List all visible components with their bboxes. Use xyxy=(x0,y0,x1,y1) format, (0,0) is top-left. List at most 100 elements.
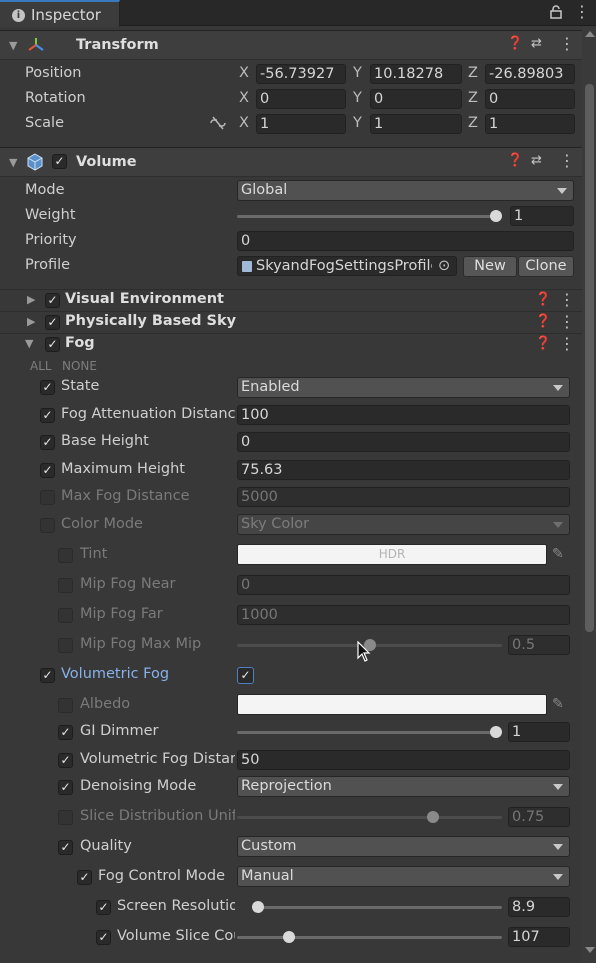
clone-profile-button[interactable]: Clone xyxy=(518,256,574,277)
volume-slice-count-field[interactable]: 107 xyxy=(508,927,570,947)
mip-fog-far-override-checkbox[interactable] xyxy=(58,608,73,623)
tint-color-swatch[interactable]: HDR xyxy=(237,544,547,565)
slice-distribution-slider-track[interactable] xyxy=(237,811,502,823)
quality-override-checkbox[interactable]: ✓ xyxy=(58,840,73,855)
rotation-y-field[interactable]: 0 xyxy=(370,89,462,109)
scale-y-field[interactable]: 1 xyxy=(370,114,462,134)
slice-distribution-field[interactable]: 0.75 xyxy=(508,807,570,827)
denoising-mode-override-checkbox[interactable]: ✓ xyxy=(58,780,73,795)
override-menu-icon[interactable]: ⋮ xyxy=(559,334,575,353)
scroll-up-arrow[interactable] xyxy=(585,31,595,37)
fog-header[interactable]: ▼ ✓ Fog ❓ ⋮ xyxy=(0,333,582,355)
screen-resolution-field[interactable]: 8.9 xyxy=(508,897,570,917)
gi-dimmer-field[interactable]: 1 xyxy=(508,722,570,742)
volumetric-fog-distance-override-checkbox[interactable]: ✓ xyxy=(58,753,73,768)
max-fog-distance-field[interactable]: 5000 xyxy=(237,487,570,507)
profile-object-field[interactable]: SkyandFogSettingsProfile ⊙ xyxy=(237,256,457,276)
state-dropdown[interactable]: Enabled xyxy=(237,377,570,398)
screen-resolution-slider-track[interactable] xyxy=(252,901,502,913)
volume-slice-count-slider-track[interactable] xyxy=(237,931,502,943)
help-icon[interactable]: ❓ xyxy=(535,292,551,307)
visual-environment-checkbox[interactable]: ✓ xyxy=(45,293,60,308)
position-z-field[interactable]: -26.89803 xyxy=(485,64,575,84)
volume-header[interactable]: ▼ ✓ Volume ❓ ⇄ ⋮ xyxy=(0,147,582,177)
eyedropper-icon[interactable]: ✎ xyxy=(552,546,564,562)
state-override-checkbox[interactable]: ✓ xyxy=(40,380,55,395)
gi-dimmer-slider-handle[interactable] xyxy=(490,726,502,738)
eyedropper-icon[interactable]: ✎ xyxy=(552,696,564,712)
fog-control-mode-override-checkbox[interactable]: ✓ xyxy=(77,870,92,885)
physically-based-sky-checkbox[interactable]: ✓ xyxy=(45,315,60,330)
slice-distribution-override-checkbox[interactable] xyxy=(58,810,73,825)
fog-control-mode-dropdown[interactable]: Manual xyxy=(237,866,570,887)
override-menu-icon[interactable]: ⋮ xyxy=(559,290,575,309)
volume-slice-count-override-checkbox[interactable]: ✓ xyxy=(96,930,111,945)
object-picker-icon[interactable]: ⊙ xyxy=(438,257,450,275)
maximum-height-override-checkbox[interactable]: ✓ xyxy=(40,463,55,478)
position-x-field[interactable]: -56.73927 xyxy=(256,64,346,84)
tint-override-checkbox[interactable] xyxy=(58,548,73,563)
component-menu-icon[interactable]: ⋮ xyxy=(559,34,575,53)
priority-field[interactable]: 0 xyxy=(237,231,574,251)
color-mode-override-checkbox[interactable] xyxy=(40,518,55,533)
transform-header[interactable]: ▼ Transform ❓ ⇄ ⋮ xyxy=(0,30,582,60)
all-overrides-button[interactable]: ALL xyxy=(30,359,52,373)
quality-dropdown[interactable]: Custom xyxy=(237,836,570,857)
help-icon[interactable]: ❓ xyxy=(507,36,523,51)
foldout-arrow-icon[interactable]: ▼ xyxy=(9,156,17,169)
mode-dropdown[interactable]: Global xyxy=(237,180,574,201)
no-overrides-button[interactable]: NONE xyxy=(62,359,97,373)
volumetric-fog-toggle[interactable]: ✓ xyxy=(237,667,254,684)
base-height-override-checkbox[interactable]: ✓ xyxy=(40,435,55,450)
fog-attenuation-field[interactable]: 100 xyxy=(237,405,570,425)
help-icon[interactable]: ❓ xyxy=(507,153,523,168)
help-icon[interactable]: ❓ xyxy=(535,336,551,351)
screen-resolution-slider-handle[interactable] xyxy=(252,901,264,913)
base-height-field[interactable]: 0 xyxy=(237,432,570,452)
foldout-arrow-icon[interactable]: ▼ xyxy=(25,337,33,350)
help-icon[interactable]: ❓ xyxy=(535,314,551,329)
slice-distribution-slider-handle[interactable] xyxy=(426,811,439,823)
volume-enabled-checkbox[interactable]: ✓ xyxy=(52,154,67,169)
mip-fog-near-override-checkbox[interactable] xyxy=(58,578,73,593)
volumetric-fog-distance-field[interactable]: 50 xyxy=(237,750,570,770)
mip-fog-max-mip-override-checkbox[interactable] xyxy=(58,638,73,653)
foldout-arrow-icon[interactable]: ▼ xyxy=(9,39,17,52)
component-menu-icon[interactable]: ⋮ xyxy=(559,151,575,170)
volumetric-fog-override-checkbox[interactable]: ✓ xyxy=(40,668,55,683)
rotation-x-field[interactable]: 0 xyxy=(256,89,346,109)
screen-resolution-override-checkbox[interactable]: ✓ xyxy=(96,900,111,915)
preset-icon[interactable]: ⇄ xyxy=(531,36,542,51)
rotation-z-field[interactable]: 0 xyxy=(485,89,575,109)
weight-slider-track[interactable] xyxy=(237,210,502,222)
mip-fog-far-field[interactable]: 1000 xyxy=(237,605,570,625)
preset-icon[interactable]: ⇄ xyxy=(531,153,542,168)
scrollbar-thumb[interactable] xyxy=(585,84,594,632)
albedo-override-checkbox[interactable] xyxy=(58,698,73,713)
physically-based-sky-header[interactable]: ▶ ✓ Physically Based Sky ❓ ⋮ xyxy=(0,311,582,333)
color-mode-dropdown[interactable]: Sky Color xyxy=(237,514,570,535)
albedo-color-swatch[interactable] xyxy=(237,694,547,715)
max-fog-distance-override-checkbox[interactable] xyxy=(40,490,55,505)
gi-dimmer-slider-track[interactable] xyxy=(237,726,502,738)
scale-z-field[interactable]: 1 xyxy=(485,114,575,134)
fog-checkbox[interactable]: ✓ xyxy=(45,337,60,352)
visual-environment-header[interactable]: ▶ ✓ Visual Environment ❓ ⋮ xyxy=(0,289,582,311)
denoising-mode-dropdown[interactable]: Reprojection xyxy=(237,776,570,797)
new-profile-button[interactable]: New xyxy=(463,256,517,277)
fog-attenuation-override-checkbox[interactable]: ✓ xyxy=(40,408,55,423)
scroll-down-arrow[interactable] xyxy=(585,947,595,953)
mip-fog-near-field[interactable]: 0 xyxy=(237,575,570,595)
maximum-height-field[interactable]: 75.63 xyxy=(237,460,570,480)
mip-fog-max-mip-field[interactable]: 0.5 xyxy=(508,635,570,655)
scale-x-field[interactable]: 1 xyxy=(256,114,346,134)
lock-icon[interactable] xyxy=(550,5,562,19)
unlink-scale-icon[interactable] xyxy=(209,116,227,130)
inspector-tab[interactable]: i Inspector xyxy=(0,0,120,27)
gi-dimmer-override-checkbox[interactable]: ✓ xyxy=(58,725,73,740)
more-options-icon[interactable]: ⋮ xyxy=(574,2,590,21)
foldout-arrow-icon[interactable]: ▶ xyxy=(27,315,35,328)
override-menu-icon[interactable]: ⋮ xyxy=(559,312,575,331)
volume-slice-count-slider-handle[interactable] xyxy=(282,931,295,943)
foldout-arrow-icon[interactable]: ▶ xyxy=(27,293,35,306)
